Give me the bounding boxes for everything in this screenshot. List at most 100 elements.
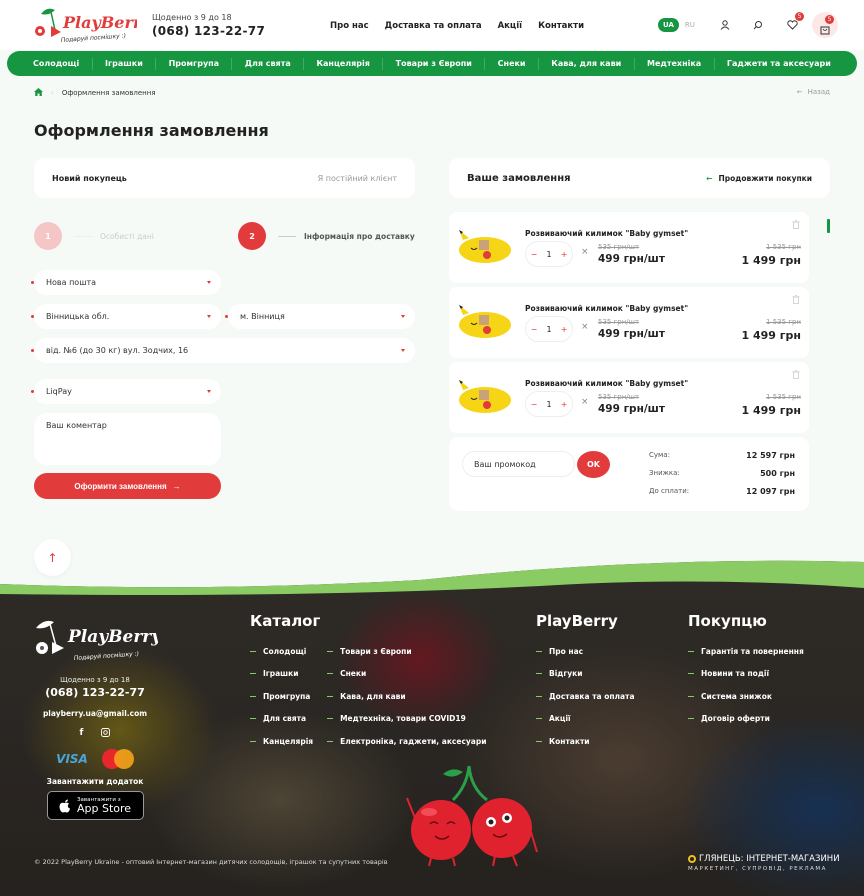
footer-link[interactable]: Солодощі xyxy=(250,640,313,663)
unit-price: 499 грн/шт xyxy=(598,253,665,265)
scroll-to-top-button[interactable]: ↑ xyxy=(34,539,71,576)
nav-sweets[interactable]: Солодощі xyxy=(33,59,79,68)
nav-coffee[interactable]: Кава, для кави xyxy=(551,59,621,68)
branch-select[interactable]: від. №6 (до 30 кг) вул. Зодчих, 16 xyxy=(31,338,415,363)
trash-icon[interactable] xyxy=(792,370,800,379)
footer-link[interactable]: Договір оферти xyxy=(688,708,804,731)
nav-europe[interactable]: Товари з Європи xyxy=(396,59,472,68)
footer-link[interactable]: Канцелярія xyxy=(250,730,313,753)
footer-link[interactable]: Для свята xyxy=(250,708,313,731)
decrease-quantity-button[interactable]: − xyxy=(531,325,538,334)
step-2-label: Інформація про доставку xyxy=(304,231,415,241)
cart-button[interactable]: 5 xyxy=(812,12,838,38)
increase-quantity-button[interactable]: + xyxy=(561,400,568,409)
footer-link[interactable]: Медтехніка, товари COVID19 xyxy=(327,708,486,731)
appstore-button[interactable]: Завантажити з App Store xyxy=(46,791,144,820)
nav-stationery[interactable]: Канцелярія xyxy=(316,59,369,68)
increase-quantity-button[interactable]: + xyxy=(561,250,568,259)
facebook-icon[interactable]: f xyxy=(80,728,84,740)
nav-toys[interactable]: Іграшки xyxy=(105,59,143,68)
trash-icon[interactable] xyxy=(792,220,800,229)
footer-link[interactable]: Доставка та оплата xyxy=(536,685,635,708)
dash-icon xyxy=(327,718,334,720)
lang-ua[interactable]: UA xyxy=(658,18,679,32)
glianets-logo-icon xyxy=(688,855,696,863)
footer-link[interactable]: Іграшки xyxy=(250,663,313,686)
footer-link-label: Договір оферти xyxy=(701,714,770,724)
footer-link[interactable]: Акції xyxy=(536,708,635,731)
quantity-value[interactable]: 1 xyxy=(546,250,551,259)
footer-link[interactable]: Відгуки xyxy=(536,663,635,686)
footer-contacts: Щоденно з 9 до 18 (068) 123-22-77 playbe… xyxy=(34,676,156,820)
product-name[interactable]: Розвиваючий килимок "Baby gymset" xyxy=(525,379,688,388)
tab-new-customer[interactable]: Новий покупець xyxy=(52,174,127,183)
home-icon[interactable] xyxy=(34,88,43,98)
summary-label: Знижка: xyxy=(649,469,680,477)
submit-order-button[interactable]: Оформити замовлення → xyxy=(34,473,221,499)
tab-returning-customer[interactable]: Я постійний клієнт xyxy=(318,174,397,183)
footer-link[interactable]: Електроніка, гаджети, аксесуари xyxy=(327,730,486,753)
search-icon[interactable] xyxy=(750,17,766,33)
chevron-down-icon xyxy=(207,281,211,284)
old-unit-price: 535 грн/шт xyxy=(598,243,640,251)
footer-link[interactable]: Снеки xyxy=(327,663,486,686)
quantity-value[interactable]: 1 xyxy=(546,325,551,334)
footer-phone[interactable]: (068) 123-22-77 xyxy=(34,686,156,699)
promo-code-input[interactable]: Ваш промокод xyxy=(462,451,575,477)
footer-link[interactable]: Промгрупа xyxy=(250,685,313,708)
back-link[interactable]: ← Назад xyxy=(797,88,830,96)
quantity-value[interactable]: 1 xyxy=(546,400,551,409)
continue-shopping-link[interactable]: ← Продовжити покупки xyxy=(706,174,812,183)
dash-icon xyxy=(688,650,694,652)
lang-ru[interactable]: RU xyxy=(685,21,695,29)
top-nav-about[interactable]: Про нас xyxy=(330,21,369,31)
instagram-icon[interactable] xyxy=(101,728,111,740)
delivery-method-select[interactable]: Нова пошта xyxy=(31,270,221,295)
wishlist-icon[interactable]: 5 xyxy=(784,12,804,33)
footer-link[interactable]: Контакти xyxy=(536,730,635,753)
logo[interactable]: PlayBerry Подаруй посмішку :) xyxy=(33,4,152,46)
nav-promgroup[interactable]: Промгрупа xyxy=(169,59,220,68)
promo-apply-button[interactable]: OK xyxy=(577,451,610,478)
product-image[interactable] xyxy=(457,301,513,341)
order-scrollbar[interactable] xyxy=(827,219,830,233)
footer-link[interactable]: Про нас xyxy=(536,640,635,663)
unit-price: 499 грн/шт xyxy=(598,403,665,415)
footer-link[interactable]: Товари з Європи xyxy=(327,640,486,663)
footer-link[interactable]: Система знижок xyxy=(688,685,804,708)
main-nav: Солодощі Іграшки Промгрупа Для свята Кан… xyxy=(7,51,857,76)
product-name[interactable]: Розвиваючий килимок "Baby gymset" xyxy=(525,229,688,238)
footer-link-label: Товари з Європи xyxy=(340,646,412,656)
footer-link-label: Солодощі xyxy=(263,646,307,656)
trash-icon[interactable] xyxy=(792,295,800,304)
top-nav-contacts[interactable]: Контакти xyxy=(538,21,584,31)
product-name[interactable]: Розвиваючий килимок "Baby gymset" xyxy=(525,304,688,313)
nav-holiday[interactable]: Для свята xyxy=(245,59,291,68)
phone-number[interactable]: (068) 123-22-77 xyxy=(152,24,265,38)
region-select[interactable]: Вінницька обл. xyxy=(31,304,221,329)
step-1[interactable]: 1 Особисті дані xyxy=(34,222,154,250)
footer-link[interactable]: Новини та події xyxy=(688,663,804,686)
city-select[interactable]: м. Вінниця xyxy=(225,304,415,329)
decrease-quantity-button[interactable]: − xyxy=(531,250,538,259)
product-image[interactable] xyxy=(457,376,513,416)
footer-email[interactable]: playberry.ua@gmail.com xyxy=(34,709,156,718)
work-hours: Щоденно з 9 до 18 xyxy=(152,13,232,22)
footer-link-label: Канцелярія xyxy=(263,736,314,746)
nav-medtech[interactable]: Медтехніка xyxy=(647,59,701,68)
step-2[interactable]: 2 Інформація про доставку xyxy=(238,222,415,250)
user-icon[interactable] xyxy=(717,17,733,33)
product-image[interactable] xyxy=(457,226,513,266)
developer-credit[interactable]: ГЛЯНЕЦЬ: ІНТЕРНЕТ-МАГАЗИНИ МАРКЕТИНГ, СУ… xyxy=(688,854,840,872)
top-nav-sales[interactable]: Акції xyxy=(498,21,522,31)
footer-link[interactable]: Гарантія та повернення xyxy=(688,640,804,663)
top-nav-delivery[interactable]: Доставка та оплата xyxy=(385,21,482,31)
increase-quantity-button[interactable]: + xyxy=(561,325,568,334)
payment-select[interactable]: LiqPay xyxy=(31,379,221,404)
nav-gadgets[interactable]: Гаджети та аксесуари xyxy=(727,59,831,68)
decrease-quantity-button[interactable]: − xyxy=(531,400,538,409)
footer-link[interactable]: Кава, для кави xyxy=(327,685,486,708)
comment-textarea[interactable]: Ваш коментар xyxy=(34,413,221,465)
footer-logo[interactable]: PlayBerry Подаруй посмішку :) xyxy=(34,612,162,668)
nav-snacks[interactable]: Снеки xyxy=(498,59,526,68)
